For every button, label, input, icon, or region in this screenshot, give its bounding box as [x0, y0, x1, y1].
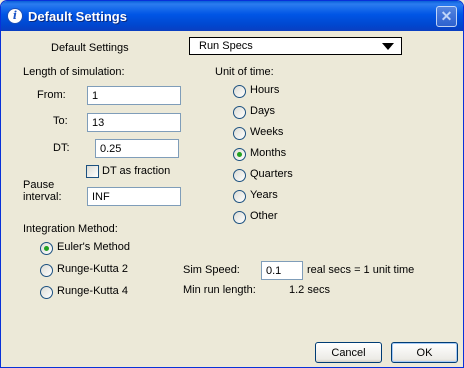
time-unit-label-6: Other: [250, 210, 278, 222]
integration-radio-0[interactable]: [40, 242, 53, 255]
to-input[interactable]: [87, 113, 181, 132]
sim-speed-suffix: real secs = 1 unit time: [307, 264, 415, 276]
pause-label: Pause: [23, 179, 55, 191]
time-unit-radio-0[interactable]: [233, 85, 246, 98]
min-run-length-value: 1.2 secs: [289, 284, 330, 296]
sim-speed-label: Sim Speed:: [183, 264, 240, 276]
chevron-down-icon[interactable]: [382, 43, 394, 50]
time-unit-radio-6[interactable]: [233, 211, 246, 224]
dropdown-value: Run Specs: [199, 40, 253, 52]
length-of-simulation-label: Length of simulation:: [23, 66, 125, 78]
window-title: Default Settings: [28, 9, 127, 24]
title-bar[interactable]: i Default Settings ✕: [1, 1, 463, 31]
pause-interval-input[interactable]: [87, 187, 181, 206]
default-settings-dialog: i Default Settings ✕ Default Settings Ru…: [0, 0, 464, 368]
time-unit-label-2: Weeks: [250, 126, 284, 138]
settings-category-dropdown[interactable]: Run Specs: [189, 37, 402, 55]
time-unit-label-4: Quarters: [250, 168, 293, 180]
unit-of-time-label: Unit of time:: [215, 66, 274, 78]
default-settings-label: Default Settings: [51, 42, 129, 54]
ok-button[interactable]: OK: [391, 342, 458, 363]
time-unit-label-1: Days: [250, 105, 276, 117]
time-unit-label-3: Months: [250, 147, 287, 159]
time-unit-radio-2[interactable]: [233, 127, 246, 140]
dt-input[interactable]: [95, 139, 179, 158]
integration-radio-2[interactable]: [40, 286, 53, 299]
time-unit-radio-1[interactable]: [233, 106, 246, 119]
sim-speed-input[interactable]: [261, 261, 303, 280]
integration-method-label: Integration Method:: [23, 223, 118, 235]
dt-label: DT:: [53, 142, 70, 154]
time-unit-label-5: Years: [250, 189, 278, 201]
min-run-length-label: Min run length:: [183, 284, 256, 296]
time-unit-radio-3[interactable]: [233, 148, 246, 161]
time-unit-radio-5[interactable]: [233, 190, 246, 203]
from-label: From:: [37, 89, 66, 101]
dt-as-fraction-checkbox[interactable]: [86, 165, 99, 178]
integration-label-0: Euler's Method: [57, 241, 131, 253]
from-input[interactable]: [87, 86, 181, 105]
integration-label-2: Runge-Kutta 4: [57, 285, 128, 297]
to-label: To:: [53, 115, 68, 127]
dt-as-fraction-label: DT as fraction: [102, 165, 171, 177]
time-unit-radio-4[interactable]: [233, 169, 246, 182]
time-unit-label-0: Hours: [250, 84, 280, 96]
integration-label-1: Runge-Kutta 2: [57, 263, 128, 275]
info-icon: i: [7, 8, 23, 24]
integration-radio-1[interactable]: [40, 264, 53, 277]
cancel-button[interactable]: Cancel: [315, 342, 382, 363]
close-button[interactable]: ✕: [436, 6, 457, 27]
interval-label: interval:: [23, 191, 62, 203]
